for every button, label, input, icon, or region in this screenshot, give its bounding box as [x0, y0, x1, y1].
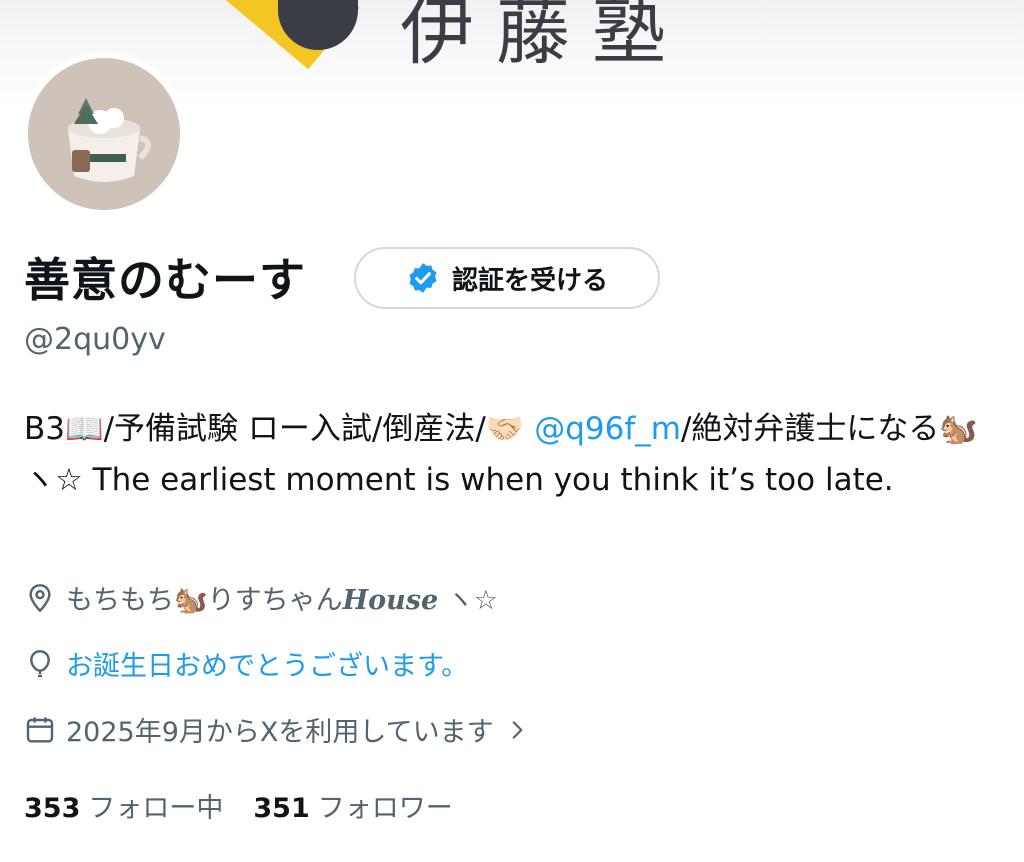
get-verified-button[interactable]: 認証を受ける: [354, 247, 660, 309]
joined-row[interactable]: 2025年9月からXを利用しています: [24, 710, 530, 749]
user-handle: @2qu0yv: [24, 322, 166, 357]
follow-stats: 353 フォロー中 351 フォロワー: [24, 786, 453, 825]
avatar-image: [28, 58, 180, 210]
birthday-link[interactable]: お誕生日おめでとうございます。: [66, 644, 468, 683]
bio-text-part1: B3📖/予備試験 ロー入試/倒産法/🤝🏻: [24, 411, 535, 447]
location-row: もちもち🐿️りすちゃんHouse ヽ☆: [24, 578, 498, 617]
avatar[interactable]: [22, 52, 186, 216]
calendar-icon: [26, 716, 54, 743]
joined-text: 2025年9月からXを利用しています: [66, 717, 494, 748]
banner-text: 伊藤塾: [400, 0, 688, 75]
location-text: もちもち🐿️りすちゃんHouse ヽ☆: [66, 585, 498, 616]
following-link[interactable]: 353 フォロー中: [24, 786, 223, 825]
balloon-icon: [30, 649, 50, 677]
profile-bio: B3📖/予備試験 ロー入試/倒産法/🤝🏻 @q96f_m/絶対弁護士になる🐿️ …: [24, 404, 984, 506]
location-icon: [29, 583, 51, 612]
display-name: 善意のむーす: [24, 253, 306, 307]
birthday-row[interactable]: お誕生日おめでとうございます。: [24, 644, 468, 683]
followers-link[interactable]: 351 フォロワー: [253, 786, 452, 825]
get-verified-label: 認証を受ける: [451, 265, 608, 296]
verified-badge-icon: [409, 263, 437, 293]
chevron-right-icon: [512, 720, 522, 739]
bio-mention-link[interactable]: @q96f_m: [534, 411, 681, 447]
